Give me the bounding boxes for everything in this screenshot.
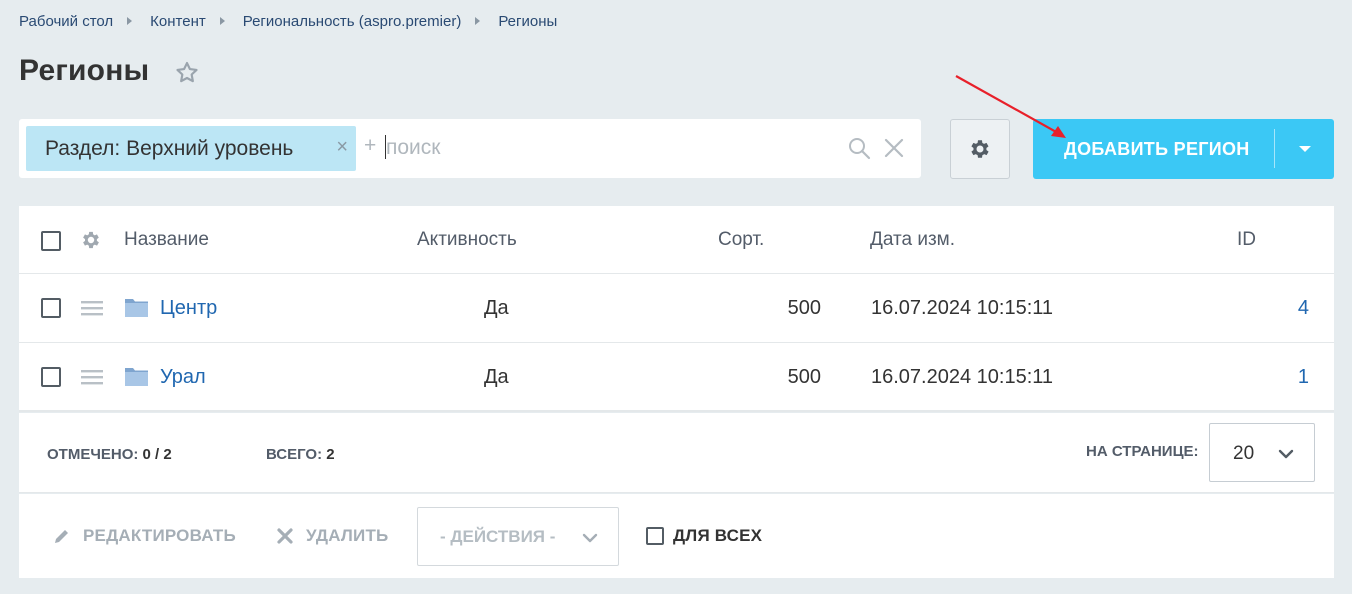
cell-active: Да xyxy=(484,366,509,388)
row-checkbox[interactable] xyxy=(41,298,61,318)
table-row[interactable]: Центр Да 500 16.07.2024 10:15:11 4 xyxy=(19,274,1334,343)
caret-down-icon xyxy=(1298,146,1311,152)
drag-handle-icon[interactable] xyxy=(81,370,103,385)
per-page-select[interactable]: 20 xyxy=(1209,423,1315,482)
cell-id-link[interactable]: 1 xyxy=(1298,366,1309,389)
delete-button-label: УДАЛИТЬ xyxy=(306,526,389,545)
table-row[interactable]: Урал Да 500 16.07.2024 10:15:11 1 xyxy=(19,343,1334,412)
star-icon[interactable] xyxy=(174,60,200,86)
actions-select[interactable]: - ДЕЙСТВИЯ - xyxy=(417,507,619,566)
chevron-right-icon xyxy=(127,17,133,25)
total-count-value: 2 xyxy=(326,446,335,463)
grid-footer: ОТМЕЧЕНО: 0 / 2 ВСЕГО: 2 НА СТРАНИЦЕ: 20 xyxy=(19,413,1334,493)
folder-icon xyxy=(125,299,148,317)
edit-button-label: РЕДАКТИРОВАТЬ xyxy=(83,526,236,545)
search-input[interactable] xyxy=(386,133,826,163)
selected-count-label: ОТМЕЧЕНО: xyxy=(47,446,139,463)
total-count-label: ВСЕГО: xyxy=(266,446,323,463)
select-all-checkbox[interactable] xyxy=(41,231,61,251)
row-checkbox[interactable] xyxy=(41,367,61,387)
gear-icon xyxy=(971,140,989,158)
folder-icon xyxy=(125,368,148,386)
column-header-active[interactable]: Активность xyxy=(417,229,517,251)
per-page-value: 20 xyxy=(1233,443,1255,464)
search-icon[interactable] xyxy=(847,136,871,160)
cell-active: Да xyxy=(484,297,509,319)
breadcrumb-item-regionality[interactable]: Региональность (aspro.premier) xyxy=(243,13,462,30)
selected-count-value: 0 / 2 xyxy=(142,446,172,463)
column-header-name[interactable]: Название xyxy=(124,229,209,251)
column-header-date[interactable]: Дата изм. xyxy=(870,229,955,251)
cell-id-link[interactable]: 4 xyxy=(1298,297,1309,320)
selected-count: ОТМЕЧЕНО: 0 / 2 xyxy=(47,446,172,463)
total-count: ВСЕГО: 2 xyxy=(266,446,335,463)
per-page-label: НА СТРАНИЦЕ: xyxy=(1086,443,1199,460)
cell-sort: 500 xyxy=(787,366,821,388)
delete-button[interactable]: УДАЛИТЬ xyxy=(276,526,388,546)
page-title: Регионы xyxy=(19,54,150,87)
group-actions-bar: РЕДАКТИРОВАТЬ УДАЛИТЬ - ДЕЙСТВИЯ - ДЛЯ В… xyxy=(19,494,1334,578)
filter-chip-section[interactable]: Раздел: Верхний уровень × xyxy=(26,126,356,171)
filter-chip-label: Раздел: Верхний уровень xyxy=(45,136,294,160)
breadcrumb-item-content[interactable]: Контент xyxy=(150,13,206,30)
clear-icon[interactable] xyxy=(883,137,905,159)
column-header-sort[interactable]: Сорт. xyxy=(718,229,764,251)
chevron-right-icon xyxy=(219,17,225,25)
add-region-dropdown-toggle[interactable] xyxy=(1275,119,1334,179)
actions-select-value: - ДЕЙСТВИЯ - xyxy=(440,527,556,546)
add-region-label: ДОБАВИТЬ РЕГИОН xyxy=(1064,138,1250,159)
regions-table: Название Активность Сорт. Дата изм. ID Ц… xyxy=(19,206,1334,412)
column-settings-gear-icon[interactable] xyxy=(80,229,102,251)
for-all-checkbox[interactable] xyxy=(646,527,664,545)
cell-date: 16.07.2024 10:15:11 xyxy=(871,297,1054,319)
region-name-link[interactable]: Урал xyxy=(160,366,206,389)
pencil-icon xyxy=(55,530,68,543)
cell-sort: 500 xyxy=(787,297,821,319)
chevron-down-icon xyxy=(1278,449,1294,459)
for-all-checkbox-row[interactable]: ДЛЯ ВСЕХ xyxy=(646,526,762,546)
add-region-button[interactable]: ДОБАВИТЬ РЕГИОН xyxy=(1033,119,1334,179)
add-filter-plus[interactable]: + xyxy=(364,134,376,158)
edit-button[interactable]: РЕДАКТИРОВАТЬ xyxy=(53,526,236,546)
breadcrumb: Рабочий стол Контент Региональность (asp… xyxy=(19,11,557,31)
chevron-down-icon xyxy=(582,533,598,543)
close-icon xyxy=(277,528,293,544)
filter-search-bar[interactable]: Раздел: Верхний уровень × + xyxy=(19,119,921,178)
settings-button[interactable] xyxy=(950,119,1010,179)
column-header-id[interactable]: ID xyxy=(1237,229,1256,251)
region-name-link[interactable]: Центр xyxy=(160,297,217,320)
breadcrumb-item-desktop[interactable]: Рабочий стол xyxy=(19,13,113,30)
chevron-right-icon xyxy=(475,17,481,25)
breadcrumb-item-regions[interactable]: Регионы xyxy=(498,13,557,30)
table-header: Название Активность Сорт. Дата изм. ID xyxy=(19,206,1334,274)
title-row: Регионы xyxy=(19,54,200,88)
for-all-label: ДЛЯ ВСЕХ xyxy=(673,526,763,545)
close-icon[interactable]: × xyxy=(336,136,348,159)
cell-date: 16.07.2024 10:15:11 xyxy=(871,366,1054,388)
drag-handle-icon[interactable] xyxy=(81,301,103,316)
